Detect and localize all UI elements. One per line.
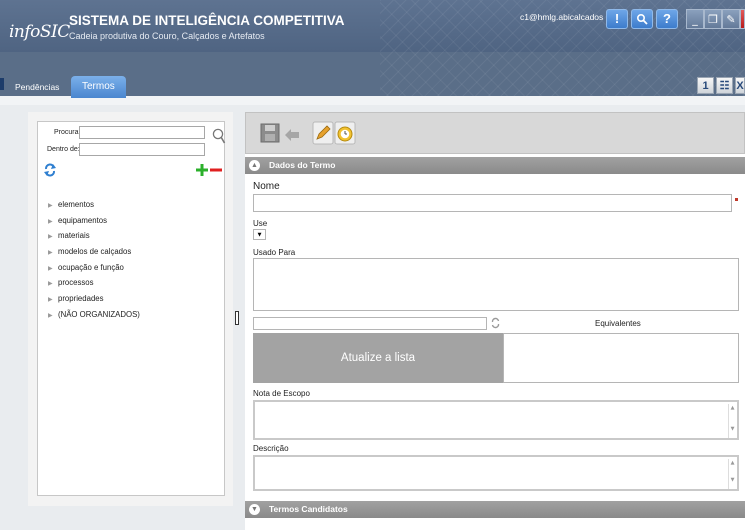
close-all-icon: X	[736, 80, 744, 92]
tab-pendencias[interactable]: Pendências	[15, 76, 59, 98]
use-label: Use	[253, 219, 268, 228]
dados-do-termo-header[interactable]: ▲ Dados do Termo	[245, 157, 745, 174]
chevron-down-icon[interactable]: ▼	[249, 504, 260, 515]
restore-icon: ❐	[708, 13, 718, 26]
expand-arrow-icon[interactable]: ▶	[48, 265, 58, 272]
usado-para-label: Usado Para	[253, 248, 296, 257]
chevron-down-icon: ▼	[257, 232, 262, 238]
minimize-button[interactable]: _	[686, 9, 704, 29]
use-dropdown[interactable]: ▼	[253, 229, 266, 240]
tree-item-materiais[interactable]: ▶ materiais	[48, 231, 140, 247]
chevron-up-icon[interactable]: ▲	[249, 160, 260, 171]
close-all-button[interactable]: X	[735, 77, 745, 94]
required-marker	[735, 198, 738, 201]
user-email[interactable]: c1@hmlg.abicalcados	[520, 12, 603, 22]
expand-arrow-icon[interactable]: ▶	[48, 233, 58, 240]
add-icon[interactable]	[196, 164, 208, 176]
logout-button[interactable]	[740, 9, 745, 29]
tree-item-ocupacao-e-funcao[interactable]: ▶ ocupação e função	[48, 263, 140, 279]
search-icon	[636, 13, 648, 25]
usado-para-list[interactable]	[253, 258, 739, 311]
help-button[interactable]: ?	[656, 9, 678, 29]
expand-arrow-icon[interactable]: ▶	[48, 280, 58, 287]
descricao-label: Descrição	[253, 444, 289, 453]
refresh-icon[interactable]	[491, 317, 500, 329]
tools-button[interactable]: ✎	[722, 9, 740, 29]
term-details-panel: ▲ Dados do Termo Nome Use ▼ Usado Para E…	[245, 112, 745, 530]
equivalentes-search-input[interactable]	[253, 317, 487, 330]
nota-scrollbar[interactable]: ▲ ▼	[728, 404, 736, 438]
terms-tree-panel: Procurar: Dentro de: ▶ elementos ▶ equipam…	[28, 112, 233, 506]
help-icon: ?	[663, 11, 671, 26]
term-toolbar	[245, 112, 745, 154]
expand-arrow-icon[interactable]: ▶	[48, 218, 58, 225]
edit-icon[interactable]	[312, 121, 334, 145]
panel-splitter[interactable]	[235, 311, 239, 325]
dentro-de-input[interactable]	[79, 143, 205, 156]
descricao-textarea[interactable]: ▲ ▼	[253, 455, 739, 491]
tab-termos[interactable]: Termos	[71, 76, 126, 98]
terms-tree: ▶ elementos ▶ equipamentos ▶ materiais ▶ mod…	[48, 200, 140, 326]
tree-item-nao-organizados[interactable]: ▶ (NÃO ORGANIZADOS)	[48, 310, 140, 326]
undo-icon[interactable]	[281, 121, 303, 145]
minimize-icon: _	[692, 13, 698, 26]
remove-icon[interactable]	[210, 164, 222, 176]
nome-input[interactable]	[253, 194, 732, 212]
tree-item-elementos[interactable]: ▶ elementos	[48, 200, 140, 216]
search-icon[interactable]	[212, 128, 226, 145]
terms-tree-box: Procurar: Dentro de: ▶ elementos ▶ equipam…	[37, 121, 226, 496]
one-window-icon: 1	[702, 80, 709, 92]
scroll-up-icon[interactable]: ▲	[729, 405, 736, 411]
expand-arrow-icon[interactable]: ▶	[48, 312, 58, 319]
scroll-down-icon[interactable]: ▼	[729, 477, 736, 483]
expand-arrow-icon[interactable]: ▶	[48, 202, 58, 209]
scroll-up-icon[interactable]: ▲	[729, 460, 736, 466]
app-header: infoSIC SISTEMA DE INTELIGÊNCIA COMPETIT…	[0, 0, 745, 105]
save-icon[interactable]	[259, 121, 281, 145]
exclamation-icon: !	[614, 11, 620, 26]
nota-de-escopo-textarea[interactable]: ▲ ▼	[253, 400, 739, 440]
dentro-de-label: Dentro de:	[47, 146, 80, 153]
history-icon[interactable]	[334, 121, 356, 145]
atualize-lista-button[interactable]: Atualize a lista	[253, 333, 503, 383]
descricao-scrollbar[interactable]: ▲ ▼	[728, 459, 736, 489]
search-button[interactable]	[631, 9, 653, 29]
tree-item-equipamentos[interactable]: ▶ equipamentos	[48, 216, 140, 232]
app-logo: infoSIC	[9, 22, 70, 42]
procurar-input[interactable]	[79, 126, 205, 139]
grid-icon: ☷	[719, 80, 730, 92]
sidebar-handle[interactable]	[0, 78, 4, 90]
app-subtitle: Cadeia produtiva do Couro, Calçados e Ar…	[69, 31, 265, 41]
equivalentes-label: Equivalentes	[595, 319, 641, 328]
equivalentes-list[interactable]	[503, 333, 739, 383]
expand-arrow-icon[interactable]: ▶	[48, 249, 58, 256]
scroll-down-icon[interactable]: ▼	[729, 426, 736, 432]
single-view-button[interactable]: 1	[697, 77, 714, 94]
termos-candidatos-header[interactable]: ▼ Termos Candidatos	[245, 501, 745, 518]
restore-button[interactable]: ❐	[704, 9, 722, 29]
alerts-button[interactable]: !	[606, 9, 628, 29]
nota-de-escopo-label: Nota de Escopo	[253, 389, 310, 398]
refresh-icon[interactable]	[44, 163, 56, 177]
tile-view-button[interactable]: ☷	[716, 77, 733, 94]
app-title: SISTEMA DE INTELIGÊNCIA COMPETITIVA	[69, 13, 345, 28]
tree-item-processos[interactable]: ▶ processos	[48, 278, 140, 294]
tree-item-propriedades[interactable]: ▶ propriedades	[48, 294, 140, 310]
tools-icon: ✎	[726, 13, 736, 26]
expand-arrow-icon[interactable]: ▶	[48, 296, 58, 303]
tree-item-modelos-de-calcados[interactable]: ▶ modelos de calçados	[48, 247, 140, 263]
nome-label: Nome	[253, 181, 280, 192]
